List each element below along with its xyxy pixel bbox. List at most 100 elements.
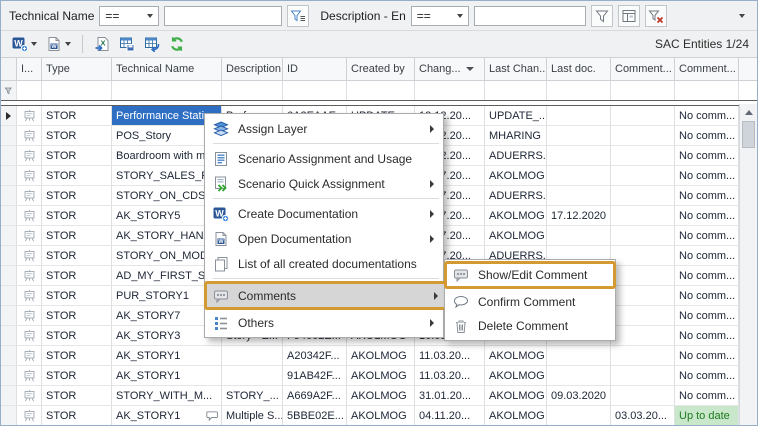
cell-entity-icon[interactable] <box>17 346 42 365</box>
column-header-comment-[interactable]: Comment... <box>611 58 675 80</box>
row-indicator-cell[interactable] <box>1 346 17 365</box>
row-indicator-cell[interactable] <box>1 386 17 405</box>
cell-last_chan[interactable]: AKOLMOG <box>485 406 547 425</box>
export-excel-button[interactable]: X <box>91 33 113 55</box>
cell-last_chan[interactable]: AKOLMOG <box>485 386 547 405</box>
cell-comment2[interactable]: Up to date <box>675 406 739 425</box>
cell-type[interactable]: STOR <box>42 166 112 185</box>
cell-entity-icon[interactable] <box>17 166 42 185</box>
cell-type[interactable]: STOR <box>42 326 112 345</box>
cell-comment1[interactable] <box>611 126 675 145</box>
cell-entity-icon[interactable] <box>17 366 42 385</box>
cell-tech[interactable]: AK_STORY1 <box>112 406 222 425</box>
create-word-doc-button[interactable]: W <box>9 33 40 55</box>
cell-created[interactable]: AKOLMOG <box>347 366 415 385</box>
cell-comment2[interactable]: No comm... <box>675 266 739 285</box>
cell-comment2[interactable]: No comm... <box>675 166 739 185</box>
cell-type[interactable]: STOR <box>42 386 112 405</box>
cell-last_doc[interactable] <box>547 166 611 185</box>
cell-type[interactable]: STOR <box>42 366 112 385</box>
cell-type[interactable]: STOR <box>42 126 112 145</box>
cell-comment1[interactable] <box>611 206 675 225</box>
cell-comment2[interactable]: No comm... <box>675 106 739 125</box>
table-row[interactable]: STORAK_STORY1Multiple S...5BBE02E...AKOL… <box>1 406 757 426</box>
cell-entity-icon[interactable] <box>17 146 42 165</box>
cell-type[interactable]: STOR <box>42 186 112 205</box>
cell-entity-icon[interactable] <box>17 386 42 405</box>
refresh-button[interactable] <box>166 33 188 55</box>
cell-chang[interactable]: 04.11.20... <box>415 406 485 425</box>
cell-entity-icon[interactable] <box>17 286 42 305</box>
cell-last_doc[interactable] <box>547 126 611 145</box>
cell-type[interactable]: STOR <box>42 206 112 225</box>
cell-chang[interactable]: 31.01.20... <box>415 386 485 405</box>
cell-type[interactable]: STOR <box>42 106 112 125</box>
cell-type[interactable]: STOR <box>42 346 112 365</box>
chevron-down-icon[interactable] <box>65 42 71 46</box>
menu-item-comments[interactable]: Comments <box>204 281 448 310</box>
cell-entity-icon[interactable] <box>17 106 42 125</box>
cell-last_chan[interactable]: AKOLMOG <box>485 346 547 365</box>
menu-item-confirm-comment[interactable]: Confirm Comment <box>447 290 613 314</box>
cell-entity-icon[interactable] <box>17 266 42 285</box>
row-indicator-cell[interactable] <box>1 246 17 265</box>
cell-comment1[interactable] <box>611 146 675 165</box>
cell-comment1[interactable] <box>611 166 675 185</box>
cell-comment1[interactable] <box>611 106 675 125</box>
cell-type[interactable]: STOR <box>42 286 112 305</box>
table-row[interactable]: STORAK_STORY1A20342F...AKOLMOG11.03.20..… <box>1 346 757 366</box>
cell-entity-icon[interactable] <box>17 306 42 325</box>
table-row[interactable]: STORAK_STORY191AB42F...AKOLMOG11.03.20..… <box>1 366 757 386</box>
load-layout-button[interactable] <box>141 33 163 55</box>
column-header-created-by[interactable]: Created by <box>347 58 415 80</box>
cell-comment1[interactable] <box>611 226 675 245</box>
cell-last_chan[interactable]: AKOLMOG <box>485 226 547 245</box>
cell-last_doc[interactable] <box>547 406 611 425</box>
cell-comment2[interactable]: No comm... <box>675 226 739 245</box>
cell-type[interactable]: STOR <box>42 226 112 245</box>
cell-comment1[interactable] <box>611 346 675 365</box>
menu-item-delete-comment[interactable]: Delete Comment <box>447 314 613 338</box>
cell-comment1[interactable] <box>611 266 675 285</box>
column-header-type[interactable]: Type <box>42 58 112 80</box>
cell-entity-icon[interactable] <box>17 186 42 205</box>
vertical-scrollbar[interactable] <box>739 104 757 425</box>
menu-item-assign-layer[interactable]: Assign Layer <box>207 116 441 141</box>
cell-chang[interactable]: 11.03.20... <box>415 366 485 385</box>
cell-last_chan[interactable]: AKOLMOG <box>485 206 547 225</box>
cell-tech[interactable]: STORY_WITH_M... <box>112 386 222 405</box>
cell-comment2[interactable]: No comm... <box>675 246 739 265</box>
cell-comment2[interactable]: No comm... <box>675 346 739 365</box>
filter-cell[interactable] <box>42 81 112 100</box>
cell-entity-icon[interactable] <box>17 226 42 245</box>
column-header-chang-[interactable]: Chang... <box>415 58 485 80</box>
cell-comment2[interactable]: No comm... <box>675 366 739 385</box>
filter-field1-input[interactable] <box>164 6 282 26</box>
cell-last_chan[interactable]: UPDATE_... <box>485 106 547 125</box>
cell-comment1[interactable] <box>611 306 675 325</box>
cell-type[interactable]: STOR <box>42 306 112 325</box>
row-indicator-cell[interactable] <box>1 326 17 345</box>
filter-cell[interactable] <box>17 81 42 100</box>
cell-tech[interactable]: AK_STORY1 <box>112 366 222 385</box>
row-indicator-cell[interactable] <box>1 206 17 225</box>
scroll-up-button[interactable] <box>740 104 757 120</box>
filter-field1-operator-select[interactable]: == <box>99 6 159 26</box>
open-word-doc-button[interactable]: W <box>43 33 74 55</box>
cell-created[interactable]: AKOLMOG <box>347 386 415 405</box>
cell-desc[interactable] <box>222 366 283 385</box>
filter-cell[interactable] <box>222 81 283 100</box>
cell-last_chan[interactable]: ADUERRS... <box>485 186 547 205</box>
menu-item-show-edit-comment[interactable]: Show/Edit Comment <box>444 261 616 289</box>
cell-created[interactable]: AKOLMOG <box>347 346 415 365</box>
cell-last_chan[interactable]: AKOLMOG <box>485 366 547 385</box>
cell-comment1[interactable] <box>611 246 675 265</box>
cell-comment2[interactable]: No comm... <box>675 126 739 145</box>
cell-comment2[interactable]: No comm... <box>675 326 739 345</box>
filter-field2-operator-select[interactable]: == <box>411 6 469 26</box>
column-header-i-[interactable]: I... <box>17 58 42 80</box>
row-indicator-cell[interactable] <box>1 106 17 125</box>
column-header-description[interactable]: Description <box>222 58 283 80</box>
cell-entity-icon[interactable] <box>17 246 42 265</box>
filter-cell[interactable] <box>485 81 547 100</box>
